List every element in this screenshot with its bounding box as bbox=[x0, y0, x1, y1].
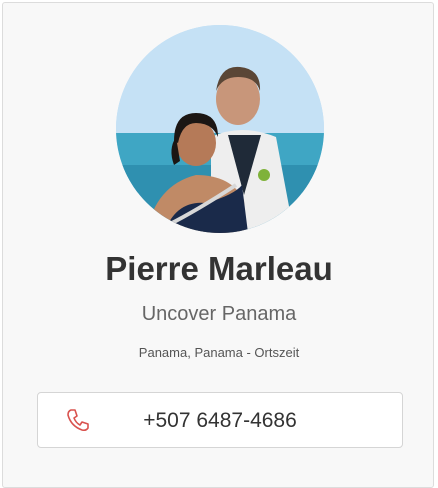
company-name: Uncover Panama bbox=[141, 303, 297, 325]
profile-card: Pierre Marleau Uncover Panama Panama, Pa… bbox=[2, 2, 434, 488]
phone-call-button[interactable]: +507 6487-4686 bbox=[37, 392, 403, 448]
location-timezone: Panama, Panama - Ortszeit bbox=[138, 345, 300, 360]
profile-photo bbox=[116, 25, 324, 233]
phone-number: +507 6487-4686 bbox=[143, 409, 297, 432]
profile-name: Pierre Marleau bbox=[105, 250, 333, 287]
